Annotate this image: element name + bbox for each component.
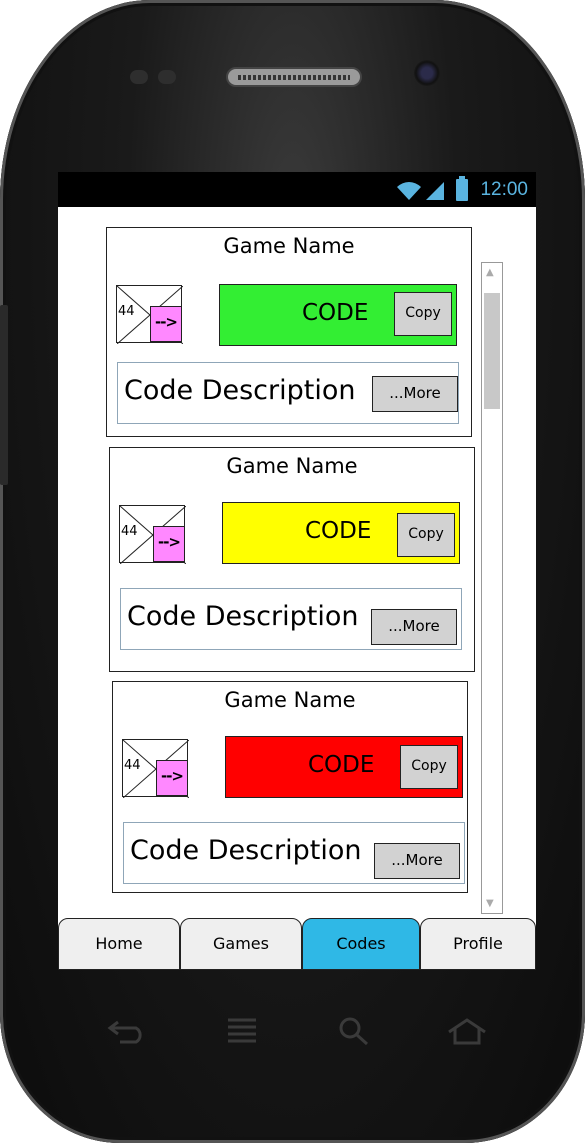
game-name: Game Name <box>226 454 358 478</box>
phone-frame: 12:00 Game Name 44 --> CODE Copy Code De… <box>0 0 585 1143</box>
code-card: Game Name 44 --> CODE Copy Code Descript… <box>112 681 468 893</box>
thumb-number: 44 <box>124 758 141 773</box>
code-box: CODE Copy <box>219 284 457 346</box>
game-thumbnail: 44 --> <box>122 739 189 798</box>
back-icon[interactable] <box>106 1016 146 1044</box>
game-name: Game Name <box>224 688 356 712</box>
scrollbar[interactable]: ▲ ▼ <box>481 262 503 914</box>
search-icon[interactable] <box>337 1016 371 1046</box>
earpiece-speaker <box>226 67 362 87</box>
arrow-icon: --> <box>150 306 182 342</box>
game-name: Game Name <box>223 234 355 258</box>
screen: 12:00 Game Name 44 --> CODE Copy Code De… <box>58 172 536 970</box>
front-camera-icon <box>414 60 440 86</box>
code-description-box: Code Description ...More <box>120 588 462 650</box>
code-text: CODE <box>308 752 375 778</box>
code-card: Game Name 44 --> CODE Copy Code Descript… <box>106 227 472 437</box>
code-text: CODE <box>302 300 369 326</box>
more-button[interactable]: ...More <box>371 609 457 645</box>
more-button[interactable]: ...More <box>372 376 458 412</box>
thumb-number: 44 <box>121 524 138 539</box>
home-icon[interactable] <box>447 1016 487 1046</box>
copy-button[interactable]: Copy <box>397 513 455 557</box>
game-thumbnail: 44 --> <box>116 285 183 344</box>
status-time: 12:00 <box>480 179 528 200</box>
wifi-icon <box>397 182 421 200</box>
volume-button <box>0 305 8 485</box>
code-description: Code Description <box>124 375 356 406</box>
tab-games[interactable]: Games <box>180 918 302 970</box>
more-button[interactable]: ...More <box>374 843 460 879</box>
battery-icon <box>456 176 468 201</box>
thumb-number: 44 <box>118 304 135 319</box>
tab-bar: Home Games Codes Profile <box>58 918 536 970</box>
code-box: CODE Copy <box>225 736 463 798</box>
codes-list[interactable]: Game Name 44 --> CODE Copy Code Descript… <box>58 207 536 920</box>
copy-button[interactable]: Copy <box>400 745 458 789</box>
code-description: Code Description <box>127 601 359 632</box>
arrow-icon: --> <box>153 526 185 562</box>
code-description-box: Code Description ...More <box>123 822 465 884</box>
status-bar: 12:00 <box>58 172 536 207</box>
tab-profile[interactable]: Profile <box>420 918 536 970</box>
code-description-box: Code Description ...More <box>117 362 459 424</box>
code-box: CODE Copy <box>222 502 460 564</box>
signal-icon <box>426 182 444 200</box>
game-thumbnail: 44 --> <box>119 505 186 564</box>
tab-home[interactable]: Home <box>58 918 180 970</box>
scroll-up-icon[interactable]: ▲ <box>486 267 494 278</box>
tab-codes[interactable]: Codes <box>302 918 420 970</box>
scroll-down-icon[interactable]: ▼ <box>486 898 494 909</box>
code-text: CODE <box>305 518 372 544</box>
arrow-icon: --> <box>156 760 188 796</box>
proximity-sensor <box>130 70 148 84</box>
light-sensor <box>158 70 176 84</box>
menu-icon[interactable] <box>224 1016 260 1046</box>
code-card: Game Name 44 --> CODE Copy Code Descript… <box>109 447 475 672</box>
copy-button[interactable]: Copy <box>394 292 452 336</box>
code-description: Code Description <box>130 835 362 866</box>
scroll-thumb[interactable] <box>484 293 500 409</box>
